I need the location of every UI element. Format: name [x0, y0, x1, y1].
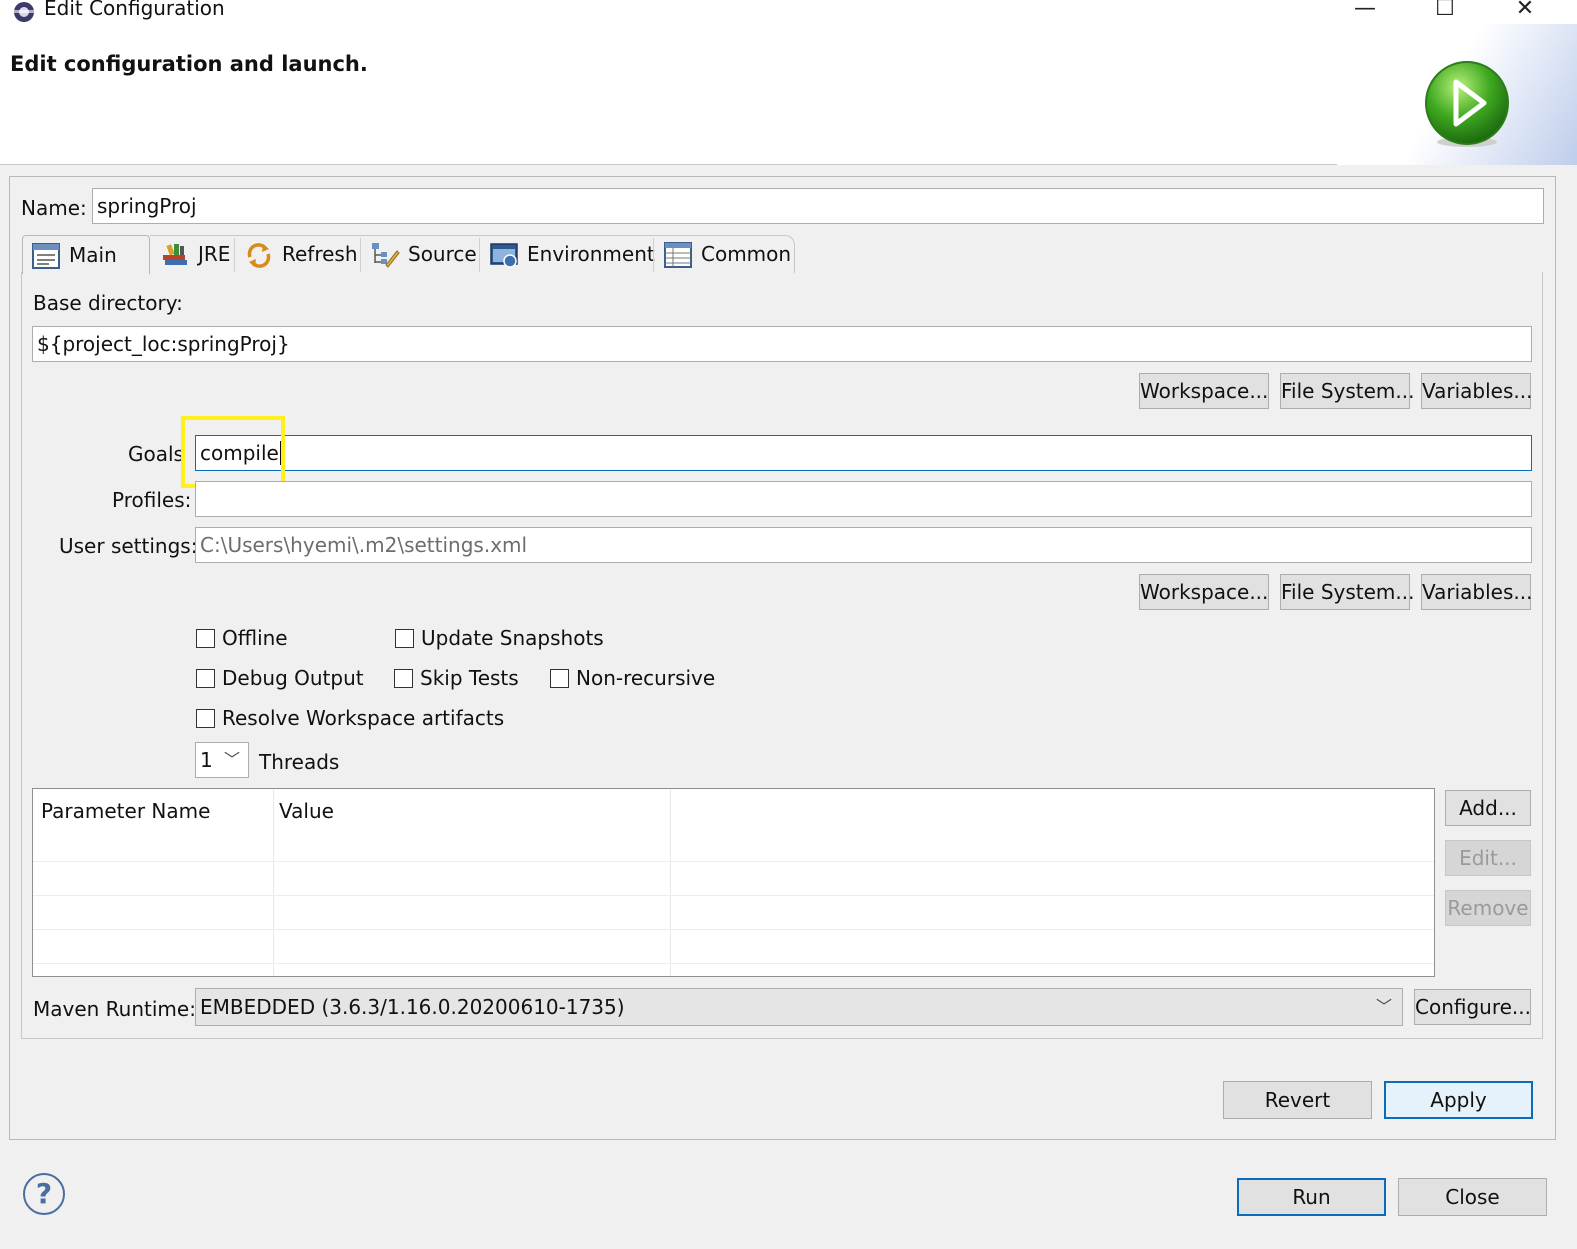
header-banner: Edit configuration and launch.: [0, 24, 1577, 165]
close-button[interactable]: Close: [1398, 1178, 1547, 1216]
threads-value: 1: [200, 748, 213, 772]
apply-button[interactable]: Apply: [1384, 1081, 1533, 1119]
row-divider: [33, 861, 1434, 862]
tab-separator: [360, 238, 361, 272]
chevron-down-icon: ﹀: [223, 750, 240, 769]
update-snapshots-label: Update Snapshots: [421, 626, 604, 650]
debug-output-checkbox[interactable]: Debug Output: [196, 666, 364, 690]
threads-label: Threads: [259, 750, 340, 774]
help-icon[interactable]: ?: [23, 1173, 65, 1215]
base-directory-input[interactable]: ${project_loc:springProj}: [32, 326, 1532, 362]
revert-button[interactable]: Revert: [1223, 1081, 1372, 1119]
environment-icon: [489, 241, 519, 268]
parameters-table[interactable]: Parameter Name Value: [32, 788, 1435, 977]
update-snapshots-checkbox[interactable]: Update Snapshots: [395, 626, 604, 650]
minimize-button[interactable]: —: [1345, 0, 1385, 22]
chevron-down-icon: ﹀: [1375, 997, 1392, 1016]
checkbox-box[interactable]: [395, 628, 414, 648]
tab-environment[interactable]: Environment: [481, 235, 655, 273]
skip-tests-checkbox[interactable]: Skip Tests: [394, 666, 519, 690]
jre-books-icon: [160, 241, 190, 267]
tab-common-label: Common: [701, 242, 792, 266]
banner-title: Edit configuration and launch.: [10, 52, 368, 76]
non-recursive-label: Non-recursive: [576, 666, 716, 690]
edit-parameter-button[interactable]: Edit...: [1445, 840, 1531, 876]
settings-workspace-button[interactable]: Workspace...: [1139, 574, 1269, 610]
goals-label: Goals: [128, 442, 184, 466]
resolve-workspace-checkbox[interactable]: Resolve Workspace artifacts: [196, 706, 504, 730]
window-title: Edit Configuration: [44, 0, 225, 20]
user-settings-input[interactable]: C:\Users\hyemi\.m2\settings.xml: [195, 527, 1532, 563]
common-table-icon: [663, 241, 693, 268]
tab-refresh-label: Refresh: [282, 242, 358, 266]
profiles-label: Profiles:: [112, 488, 192, 512]
tab-jre[interactable]: JRE: [152, 235, 230, 273]
add-parameter-button[interactable]: Add...: [1445, 790, 1531, 826]
column-divider: [273, 789, 274, 976]
tab-jre-label: JRE: [198, 242, 231, 266]
maven-runtime-label: Maven Runtime:: [33, 997, 196, 1021]
resolve-workspace-label: Resolve Workspace artifacts: [222, 706, 505, 730]
tab-separator: [653, 238, 654, 272]
configure-runtime-button[interactable]: Configure...: [1414, 989, 1531, 1025]
title-bar: Edit Configuration — ☐ ✕: [0, 0, 1577, 24]
name-label: Name:: [21, 196, 87, 220]
base-directory-label: Base directory:: [33, 291, 183, 315]
main-tab-icon: [31, 242, 61, 269]
run-button[interactable]: Run: [1237, 1178, 1386, 1216]
settings-variables-button[interactable]: Variables...: [1421, 574, 1532, 610]
remove-parameter-button[interactable]: Remove: [1445, 890, 1531, 926]
tab-separator: [234, 238, 235, 272]
settings-file-system-button[interactable]: File System...: [1280, 574, 1414, 610]
checkbox-box[interactable]: [196, 628, 215, 648]
user-settings-label: User settings:: [59, 534, 198, 558]
text-cursor: [279, 441, 281, 465]
base-file-system-button[interactable]: File System...: [1280, 373, 1414, 409]
row-divider: [33, 895, 1434, 896]
checkbox-box[interactable]: [550, 668, 569, 688]
refresh-icon: [244, 241, 274, 268]
tab-refresh[interactable]: Refresh: [236, 235, 358, 273]
column-header-value[interactable]: Value: [279, 799, 334, 823]
tab-common[interactable]: Common: [655, 235, 791, 273]
maven-runtime-select[interactable]: EMBEDDED (3.6.3/1.16.0.20200610-1735) ﹀: [195, 988, 1403, 1026]
maven-runtime-value: EMBEDDED (3.6.3/1.16.0.20200610-1735): [200, 995, 625, 1019]
tab-separator: [479, 238, 480, 272]
base-variables-button[interactable]: Variables...: [1421, 373, 1532, 409]
non-recursive-checkbox[interactable]: Non-recursive: [550, 666, 715, 690]
row-divider: [33, 963, 1434, 964]
tab-source-label: Source: [408, 242, 477, 266]
tab-source[interactable]: Source: [362, 235, 477, 273]
tab-main-label: Main: [69, 243, 117, 267]
eclipse-app-icon: [10, 0, 38, 22]
run-launch-icon: [1420, 60, 1510, 150]
column-header-parameter-name[interactable]: Parameter Name: [41, 799, 210, 823]
debug-output-label: Debug Output: [222, 666, 364, 690]
tab-main[interactable]: Main: [22, 235, 150, 274]
goals-value: compile: [200, 441, 279, 465]
source-tree-icon: [370, 241, 400, 268]
maximize-button[interactable]: ☐: [1425, 0, 1465, 22]
base-workspace-button[interactable]: Workspace...: [1139, 373, 1269, 409]
skip-tests-label: Skip Tests: [420, 666, 519, 690]
offline-label: Offline: [222, 626, 288, 650]
close-window-button[interactable]: ✕: [1505, 0, 1545, 22]
offline-checkbox[interactable]: Offline: [196, 626, 288, 650]
profiles-input[interactable]: [195, 481, 1532, 517]
column-divider: [670, 789, 671, 976]
name-input[interactable]: springProj: [92, 188, 1544, 224]
threads-select[interactable]: 1 ﹀: [195, 742, 249, 778]
checkbox-box[interactable]: [394, 668, 413, 688]
tab-environment-label: Environment: [527, 242, 655, 266]
checkbox-box[interactable]: [196, 708, 215, 728]
goals-input[interactable]: compile: [195, 435, 1532, 471]
checkbox-box[interactable]: [196, 668, 215, 688]
row-divider: [33, 929, 1434, 930]
